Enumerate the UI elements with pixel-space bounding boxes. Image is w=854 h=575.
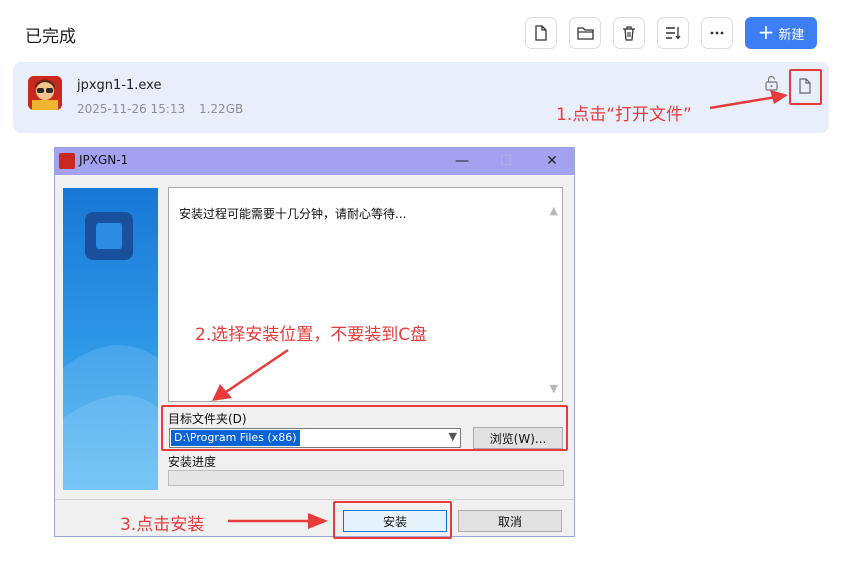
new-file-button[interactable]	[525, 17, 557, 49]
download-item[interactable]: jpxgn1-1.exe 2025-11-26 15:13 1.22GB	[13, 62, 829, 133]
sort-button[interactable]	[657, 17, 689, 49]
sort-icon	[666, 27, 681, 40]
panel-title: 已完成	[25, 27, 76, 47]
file-date: 2025-11-26 15:13	[77, 102, 186, 116]
installer-banner	[63, 188, 158, 490]
highlight-install-button	[333, 501, 452, 539]
install-progress	[168, 470, 564, 486]
more-icon	[710, 31, 724, 35]
scroll-down-icon[interactable]: ▼	[550, 382, 558, 395]
app-icon	[28, 76, 62, 110]
scroll-up-icon[interactable]: ▲	[550, 204, 558, 217]
arrow-step1-icon	[709, 90, 788, 110]
window-title: JPXGN-1	[79, 153, 129, 167]
cancel-button[interactable]: 取消	[458, 510, 562, 532]
annotation-step3: 3.点击安装	[120, 515, 205, 535]
open-folder-button[interactable]	[569, 17, 601, 49]
install-message: 安装过程可能需要十几分钟，请耐心等待...	[179, 207, 407, 221]
arrow-step2-icon	[212, 348, 289, 401]
file-meta: 2025-11-26 15:13 1.22GB	[77, 102, 243, 116]
new-button-label: 新建	[778, 27, 805, 43]
more-button[interactable]	[701, 17, 733, 49]
annotation-step2: 2.选择安装位置，不要装到C盘	[195, 325, 428, 345]
file-size: 1.22GB	[198, 102, 244, 116]
app-small-icon	[59, 153, 75, 169]
maximize-button: ☐	[499, 153, 513, 169]
new-file-icon	[535, 25, 547, 41]
close-button[interactable]: ✕	[541, 151, 563, 171]
new-task-button[interactable]: + 新建	[745, 17, 817, 49]
progress-label: 安装进度	[168, 455, 217, 469]
highlight-target-folder	[161, 405, 568, 451]
file-name: jpxgn1-1.exe	[77, 78, 162, 93]
divider	[55, 499, 574, 500]
highlight-open-file	[789, 69, 822, 105]
arrow-step3-icon	[228, 513, 328, 529]
plus-icon: +	[757, 20, 775, 44]
delete-button[interactable]	[613, 17, 645, 49]
annotation-step1: 1.点击“打开文件”	[556, 105, 692, 125]
trash-icon	[623, 26, 635, 41]
folder-icon	[576, 27, 594, 40]
title-bar: JPXGN-1 — ☐ ✕	[55, 148, 574, 175]
minimize-button[interactable]: —	[451, 151, 473, 171]
